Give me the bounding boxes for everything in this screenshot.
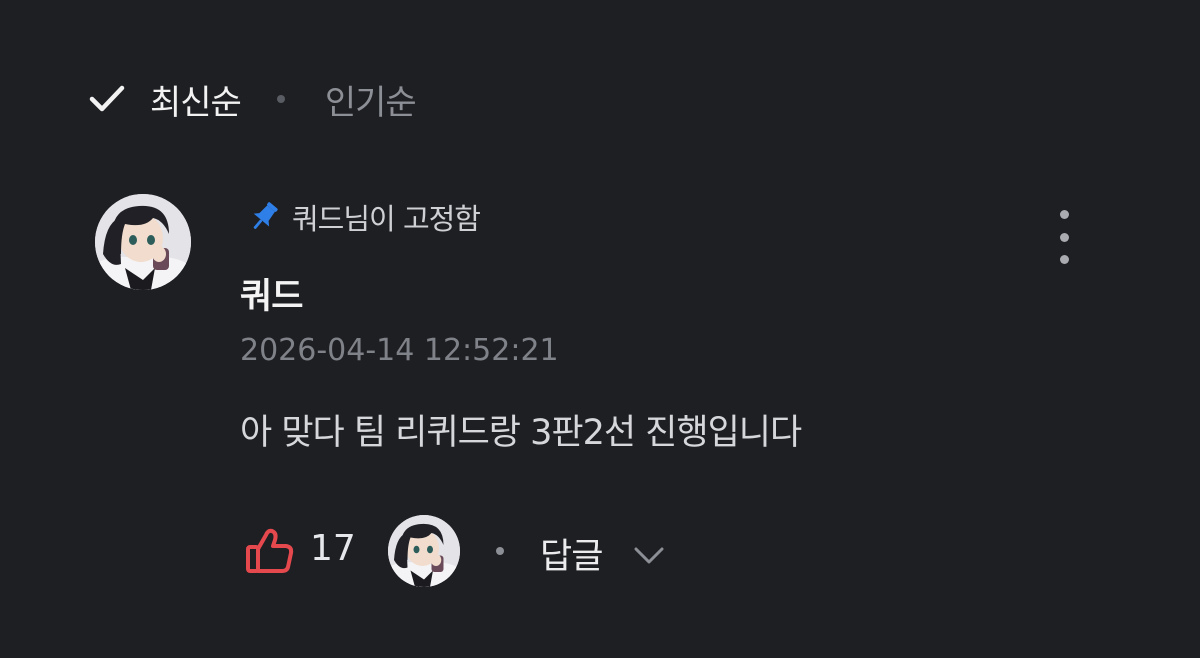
pinned-text: 쿼드님이 고정함 [292, 202, 481, 236]
avatar-image [95, 194, 191, 290]
more-vertical-icon [1059, 210, 1069, 219]
avatar[interactable] [95, 194, 191, 290]
like-count: 17 [310, 528, 356, 569]
sort-latest-tab[interactable]: 최신순 [150, 75, 242, 124]
reply-button[interactable]: 답글 [540, 528, 603, 579]
liker-avatar [388, 515, 460, 587]
more-vertical-icon-dot [1059, 255, 1069, 264]
comment-body: 아 맞다 팀 리퀴드랑 3판2선 진행입니다 [240, 413, 802, 453]
sort-separator [276, 95, 285, 103]
pin-icon [253, 202, 278, 229]
chevron-down-icon[interactable] [632, 540, 666, 570]
liker-avatar-image [388, 515, 460, 587]
comment-timestamp: 2026-04-14 12:52:21 [240, 333, 559, 368]
more-options-button[interactable] [1046, 210, 1082, 264]
sort-bar: 최신순 인기순 [88, 74, 417, 124]
comment-author[interactable]: 쿼드 [240, 268, 303, 319]
check-icon [89, 85, 125, 112]
more-vertical-icon-dot [1059, 232, 1069, 242]
comment-section: 최신순 인기순 쿼드님이 고정함 쿼드 2026-04-14 12:52:21 … [0, 0, 1200, 658]
reply-separator [496, 547, 504, 555]
sort-popular-tab[interactable]: 인기순 [325, 75, 417, 124]
pinned-indicator: 쿼드님이 고정함 [246, 196, 481, 238]
thumbs-up-icon [246, 528, 294, 573]
like-button[interactable] [244, 525, 296, 577]
